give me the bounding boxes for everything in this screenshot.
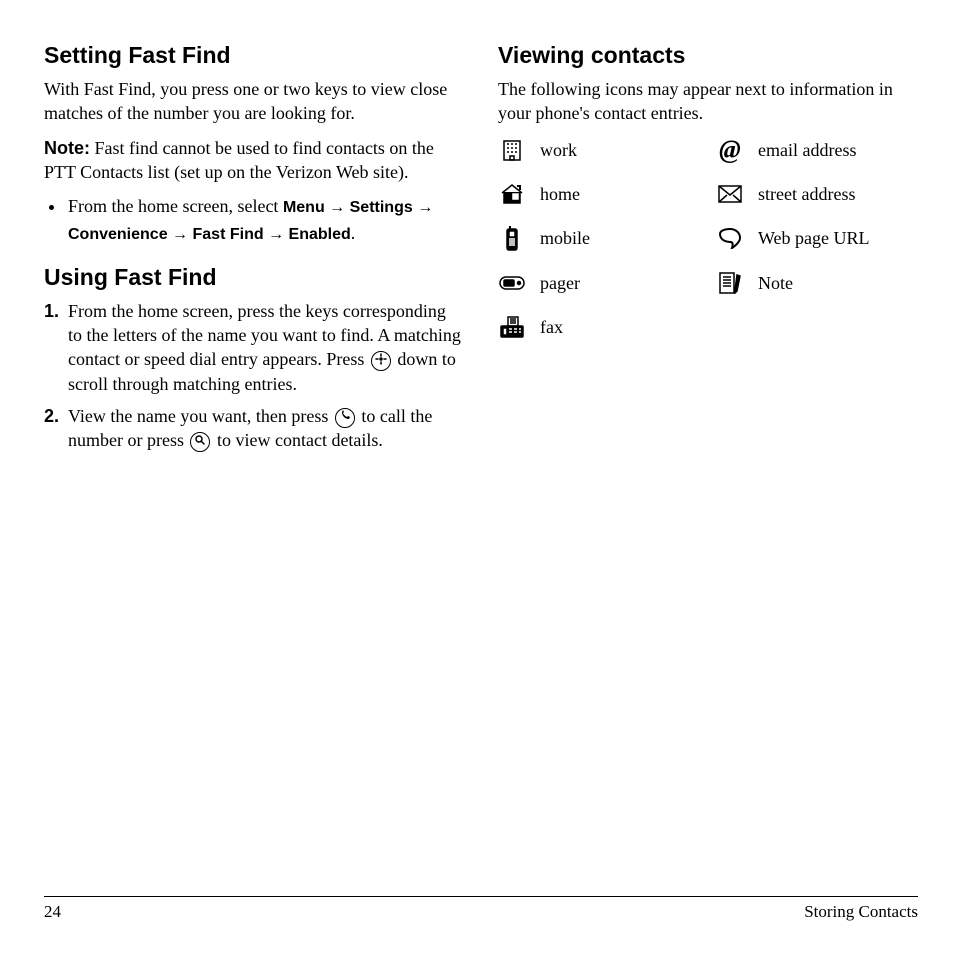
heading-using-fast-find: Using Fast Find [44, 262, 464, 293]
section-title: Storing Contacts [804, 901, 918, 924]
step-number: 2. [44, 404, 68, 453]
page-number: 24 [44, 901, 61, 924]
legend-label: fax [540, 315, 563, 339]
legend-label: home [540, 182, 580, 206]
legend-work: work [498, 138, 700, 162]
fax-icon [498, 315, 526, 339]
email-icon: @ [716, 138, 744, 162]
step-2: 2. View the name you want, then press to… [44, 404, 464, 453]
work-icon [498, 138, 526, 162]
paragraph-intro: With Fast Find, you press one or two key… [44, 77, 464, 126]
pager-icon [498, 271, 526, 295]
legend-label: pager [540, 271, 580, 295]
legend-web: Web page URL [716, 226, 918, 250]
web-icon [716, 226, 744, 250]
bullet-menu-path: From the home screen, select Menu → Sett… [66, 194, 464, 248]
legend-label: street address [758, 182, 855, 206]
nav-key-icon [371, 351, 391, 371]
page-footer: 24 Storing Contacts [44, 896, 918, 924]
legend-label: Web page URL [758, 226, 870, 250]
legend-fax: fax [498, 315, 700, 339]
street-address-icon [716, 182, 744, 206]
legend-street: street address [716, 182, 918, 206]
legend-note: Note [716, 271, 918, 295]
mobile-icon [498, 226, 526, 250]
legend-email: @ email address [716, 138, 918, 162]
legend-label: Note [758, 271, 793, 295]
icon-legend-table: work @ email address home street address [498, 138, 918, 339]
note-label: Note: [44, 138, 90, 158]
legend-label: email address [758, 138, 856, 162]
heading-viewing-contacts: Viewing contacts [498, 40, 918, 71]
paragraph-icons-intro: The following icons may appear next to i… [498, 77, 918, 126]
call-key-icon [335, 408, 355, 428]
bullet-prefix: From the home screen, select [68, 196, 283, 216]
legend-pager: pager [498, 271, 700, 295]
heading-setting-fast-find: Setting Fast Find [44, 40, 464, 71]
note-paragraph: Note: Fast find cannot be used to find c… [44, 136, 464, 185]
note-text: Fast find cannot be used to find contact… [44, 138, 434, 182]
step-1: 1. From the home screen, press the keys … [44, 299, 464, 396]
step-2-text-pre: View the name you want, then press [68, 406, 333, 426]
legend-mobile: mobile [498, 226, 700, 250]
right-column: Viewing contacts The following icons may… [498, 40, 918, 461]
ok-key-icon [190, 432, 210, 452]
step-number: 1. [44, 299, 68, 396]
legend-label: mobile [540, 226, 590, 250]
legend-label: work [540, 138, 577, 162]
left-column: Setting Fast Find With Fast Find, you pr… [44, 40, 464, 461]
home-icon [498, 182, 526, 206]
note-icon [716, 271, 744, 295]
step-2-text-post: to view contact details. [217, 430, 383, 450]
legend-home: home [498, 182, 700, 206]
